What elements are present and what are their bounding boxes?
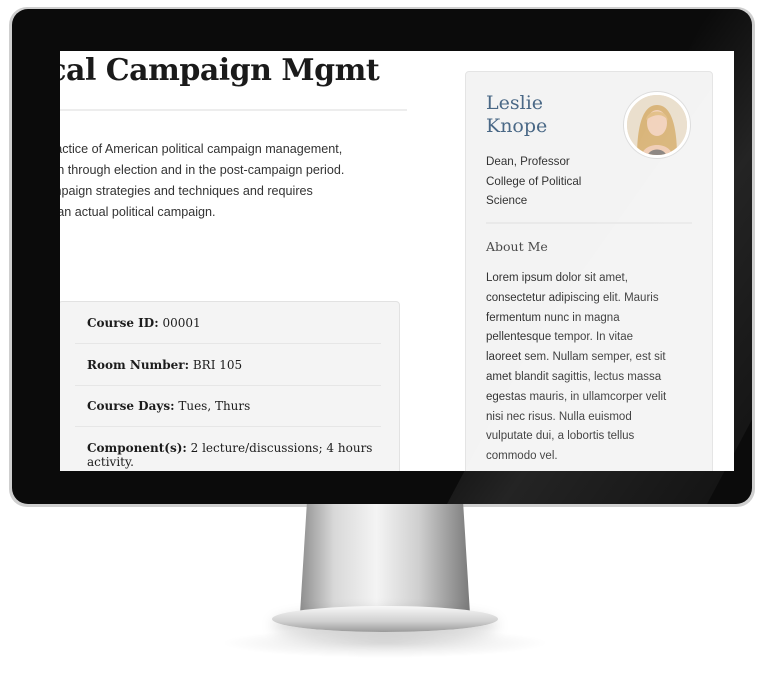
course-days-label: Course Days: [87,399,175,413]
professor-first-name[interactable]: Leslie [486,92,543,114]
description-line: practice of American political campaign … [60,142,343,156]
room-number-row: Room Number: BRI 105 [87,358,381,372]
course-id-label: Course ID: [87,316,159,330]
professor-title-line: College of Political [486,174,582,188]
professor-title-line: Dean, Professor [486,155,570,168]
professor-sidebar: Leslie Knope Dean, Professor College of … [465,71,713,471]
components-value: 2 lecture/discussions; 4 hours [186,441,373,455]
about-line: pellentesque tempor. In vitae [486,331,634,344]
row-divider [75,385,381,386]
course-days-row: Course Days: Tues, Thurs [87,399,381,413]
about-heading: About Me [486,239,548,254]
about-text: Lorem ipsum dolor sit amet, consectetur … [486,269,696,467]
about-line: vulputate dui, a lobortis tellus [486,430,635,443]
about-line: commodo vel. [486,450,558,463]
description-line: tion through election and in the post-ca… [60,163,345,177]
row-divider [75,426,381,427]
about-line: laoreet sem. Nullam semper, est sit [486,351,666,364]
about-line: amet blandit sagittis, lectus massa [486,370,662,383]
monitor-stand-neck [300,504,470,614]
avatar [624,92,690,158]
monitor-bezel: tical Campaign Mgmt practice of American… [12,9,752,504]
person-photo-icon [627,95,687,155]
room-number-label: Room Number: [87,358,190,372]
page-title: tical Campaign Mgmt [60,53,380,88]
about-line: nisi nec risus. Nulla euismod [486,410,632,423]
monitor-stand-base [272,606,498,632]
professor-title-line: Science [486,194,528,207]
course-description: practice of American political campaign … [60,139,414,223]
course-info-card: Course ID: 00001 Room Number: BRI 105 Co… [60,301,400,471]
components-row: Component(s): 2 lecture/discussions; 4 h… [87,441,381,469]
components-value-cont: activity. [87,455,134,469]
about-line: consectetur adipiscing elit. Mauris [486,291,659,304]
about-line: Lorem ipsum dolor sit amet, [486,272,628,284]
professor-title: Dean, Professor College of Political Sci… [486,152,616,211]
about-line: fermentum nunc in magna [486,311,620,324]
stand-shadow [220,628,550,658]
title-divider [60,109,407,111]
components-label: Component(s): [87,441,187,455]
about-line: egestas mauris, in ullamcorper velit [486,390,667,403]
description-line: in an actual political campaign. [60,205,216,219]
professor-last-name[interactable]: Knope [486,115,547,137]
course-id-row: Course ID: 00001 [87,316,381,330]
room-number-value: BRI 105 [189,358,243,372]
description-line: ampaign strategies and techniques and re… [60,184,313,198]
course-days-value: Tues, Thurs [174,399,251,413]
professor-name[interactable]: Leslie Knope [486,92,547,138]
monitor-screen: tical Campaign Mgmt practice of American… [60,51,734,471]
sidebar-divider [486,222,692,224]
row-divider [75,343,381,344]
course-id-value: 00001 [158,316,201,330]
